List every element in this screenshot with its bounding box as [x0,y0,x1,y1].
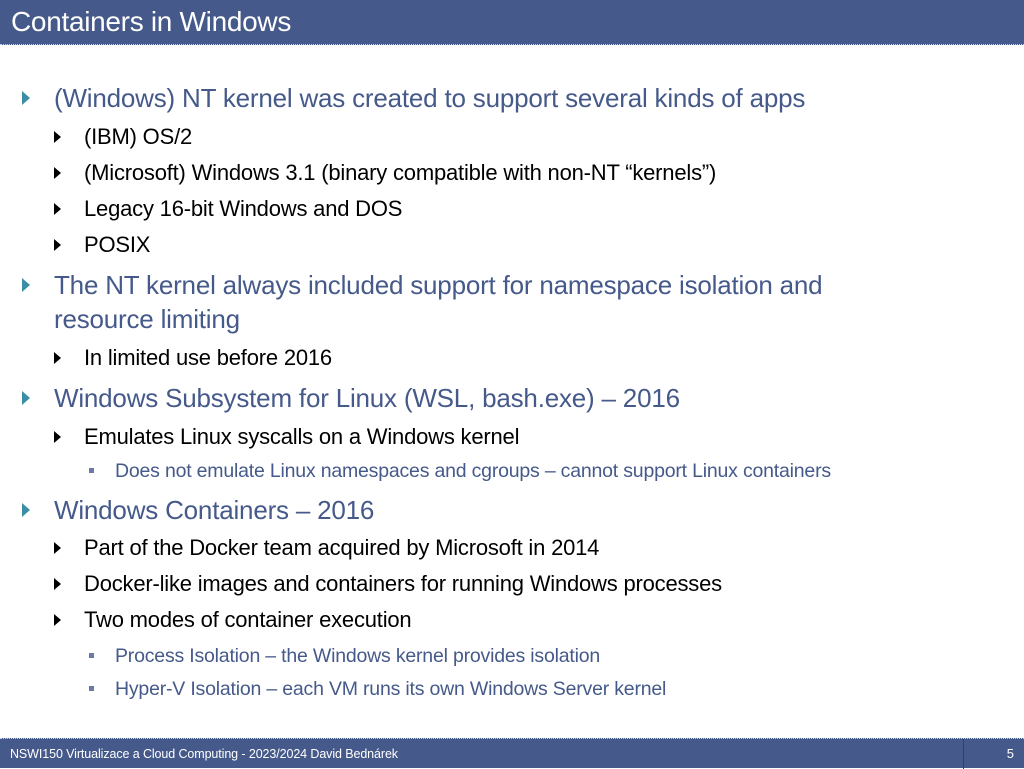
bullet-level2: (IBM) OS/2 [54,122,193,152]
bullet-text: (Microsoft) Windows 3.1 (binary compatib… [84,160,717,185]
bullet-level2: Part of the Docker team acquired by Micr… [54,533,600,563]
bullet-text: resource limiting [54,304,240,334]
bullet-level3: Does not emulate Linux namespaces and cg… [89,458,831,484]
bullet-level1: (Windows) NT kernel was created to suppo… [22,81,806,115]
bullet-text: Two modes of container execution [84,607,412,632]
black-triangle-bullet-icon [54,614,61,626]
bullet-level2: Emulates Linux syscalls on a Windows ker… [54,422,520,452]
bullet-text: (Windows) NT kernel was created to suppo… [54,83,806,113]
square-bullet-icon [89,468,94,473]
bullet-text: The NT kernel always included support fo… [54,270,823,300]
bullet-text: Docker-like images and containers for ru… [84,571,722,596]
bullet-text: (IBM) OS/2 [84,124,193,149]
bullet-text: Part of the Docker team acquired by Micr… [84,535,600,560]
black-triangle-bullet-icon [54,167,61,179]
page-number: 5 [1006,746,1014,761]
teal-triangle-bullet-icon [22,278,30,292]
bullet-level1: The NT kernel always included support fo… [22,268,823,302]
teal-triangle-bullet-icon [22,391,30,405]
teal-triangle-bullet-icon [22,503,30,517]
slide-footer: NSWI150 Virtualizace a Cloud Computing -… [0,738,1024,769]
bullet-level2: Legacy 16-bit Windows and DOS [54,194,403,224]
bullet-text: Hyper-V Isolation – each VM runs its own… [115,678,667,700]
slide-header: Containers in Windows [0,0,1024,45]
bullet-level3: Process Isolation – the Windows kernel p… [89,643,601,669]
bullet-text: Process Isolation – the Windows kernel p… [115,645,601,667]
bullet-level2: Docker-like images and containers for ru… [54,569,722,599]
black-triangle-bullet-icon [54,352,61,364]
bullet-level1: Windows Subsystem for Linux (WSL, bash.e… [22,381,680,415]
bullet-level1-continuation: resource limiting [54,302,240,336]
slide-title: Containers in Windows [11,6,292,37]
bullet-text: Does not emulate Linux namespaces and cg… [115,460,831,482]
black-triangle-bullet-icon [54,578,61,590]
black-triangle-bullet-icon [54,542,61,554]
bullet-text: POSIX [84,232,151,257]
black-triangle-bullet-icon [54,131,61,143]
bullet-text: Legacy 16-bit Windows and DOS [84,196,403,221]
bullet-text: Windows Subsystem for Linux (WSL, bash.e… [54,383,680,413]
footer-divider [963,739,964,769]
bullet-level1: Windows Containers – 2016 [22,493,375,527]
bullet-level2: POSIX [54,230,151,260]
square-bullet-icon [89,653,94,658]
bullet-level2: Two modes of container execution [54,605,412,635]
black-triangle-bullet-icon [54,239,61,251]
bullet-text: Emulates Linux syscalls on a Windows ker… [84,424,520,449]
bullet-level3: Hyper-V Isolation – each VM runs its own… [89,676,667,702]
footer-course-info: NSWI150 Virtualizace a Cloud Computing -… [10,747,398,761]
bullet-text: Windows Containers – 2016 [54,495,375,525]
bullet-level2: (Microsoft) Windows 3.1 (binary compatib… [54,158,717,188]
black-triangle-bullet-icon [54,431,61,443]
black-triangle-bullet-icon [54,203,61,215]
bullet-level2: In limited use before 2016 [54,343,332,373]
bullet-text: In limited use before 2016 [84,345,332,370]
square-bullet-icon [89,686,94,691]
teal-triangle-bullet-icon [22,91,30,105]
